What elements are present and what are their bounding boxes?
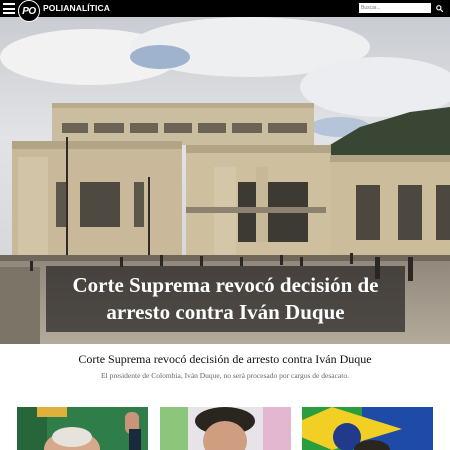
related-article-image: [17, 407, 148, 450]
related-article-image: [160, 407, 291, 450]
hero-headline[interactable]: Corte Suprema revocó decisión de arresto…: [51, 272, 401, 326]
hero-caption-overlay: Corte Suprema revocó decisión de arresto…: [46, 266, 405, 332]
site-logo[interactable]: PO: [18, 0, 40, 22]
related-article-thumbnail[interactable]: [17, 407, 148, 450]
article-title[interactable]: Corte Suprema revocó decisión de arresto…: [0, 352, 450, 367]
article-summary: El presidente de Colombia, Iván Duque, n…: [101, 371, 349, 380]
hero-banner[interactable]: Corte Suprema revocó decisión de arresto…: [0, 17, 450, 344]
related-article-thumbnail[interactable]: [302, 407, 433, 450]
search-icon: [436, 4, 443, 12]
related-article-thumbnail[interactable]: [160, 407, 291, 450]
hamburger-menu-icon[interactable]: [3, 3, 15, 14]
search-button[interactable]: [433, 3, 446, 13]
search-input[interactable]: [359, 3, 431, 13]
related-article-image: [302, 407, 433, 450]
site-brand-name[interactable]: POLIANALÍTICA: [43, 3, 110, 13]
top-navigation-bar: PO POLIANALÍTICA: [0, 0, 450, 22]
